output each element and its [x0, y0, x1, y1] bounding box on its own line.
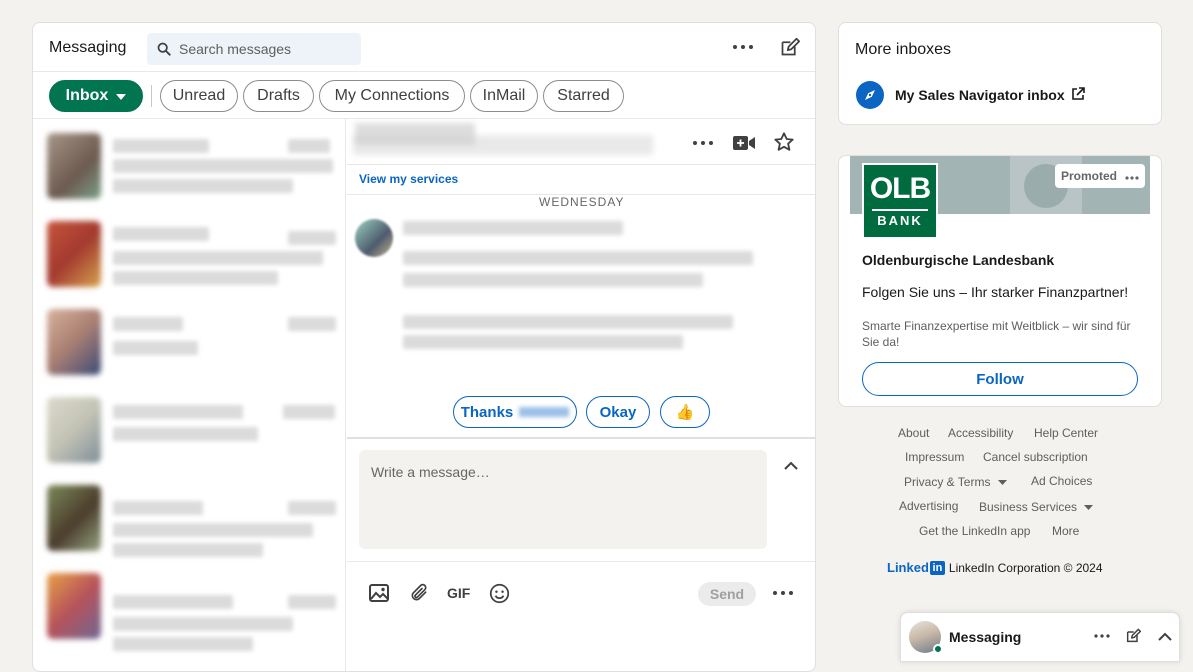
attachment-icon[interactable] — [407, 581, 431, 605]
footer-ad-choices[interactable]: Ad Choices — [1031, 474, 1092, 488]
footer-impressum[interactable]: Impressum — [905, 450, 964, 464]
conversation-item[interactable] — [33, 119, 345, 207]
quick-reply-okay[interactable]: Okay — [586, 396, 650, 428]
conversation-item[interactable] — [33, 471, 345, 559]
caret-down-icon — [1084, 505, 1094, 511]
footer-about[interactable]: About — [898, 426, 929, 440]
overlay-messaging-title: Messaging — [949, 629, 1022, 645]
unread-filter[interactable]: Unread — [160, 80, 238, 112]
avatar — [47, 397, 101, 463]
more-inboxes-card: More inboxes My Sales Navigator inbox — [838, 22, 1162, 125]
ad-more-icon[interactable] — [1125, 169, 1139, 183]
expand-composer-icon[interactable] — [781, 457, 801, 473]
promoted-label: Promoted — [1061, 169, 1118, 183]
thread-contact-headline — [353, 135, 653, 155]
image-icon[interactable] — [367, 581, 391, 605]
online-status-dot — [933, 644, 943, 654]
conversation-item[interactable] — [33, 559, 345, 651]
emoji-icon[interactable] — [487, 581, 511, 605]
messaging-overlay-bar[interactable]: Messaging — [900, 612, 1180, 662]
promoted-badge: Promoted — [1055, 164, 1146, 188]
caret-down-icon — [116, 87, 127, 105]
messaging-title: Messaging — [49, 39, 127, 56]
search-icon — [157, 42, 171, 61]
thread-header-divider — [347, 164, 815, 165]
header-divider — [33, 71, 815, 72]
caret-down-icon — [997, 480, 1007, 486]
footer-advertising[interactable]: Advertising — [899, 499, 958, 513]
video-call-icon[interactable] — [731, 131, 757, 155]
footer-privacy-terms[interactable]: Privacy & Terms — [904, 475, 1007, 489]
linkedin-copyright: Linked in LinkedIn Corporation © 2024 — [887, 560, 1103, 575]
starred-filter[interactable]: Starred — [543, 80, 624, 112]
avatar — [47, 221, 101, 287]
external-link-icon — [1071, 87, 1085, 106]
ad-description: Smarte Finanzexpertise mit Weitblick – w… — [862, 319, 1131, 349]
composer-more-icon[interactable] — [771, 581, 795, 605]
footer-more[interactable]: More — [1052, 524, 1079, 538]
drafts-filter[interactable]: Drafts — [243, 80, 314, 112]
view-my-services-link[interactable]: View my services — [359, 172, 458, 186]
avatar — [47, 485, 101, 551]
day-label: WEDNESDAY — [533, 195, 631, 209]
footer-business-services[interactable]: Business Services — [979, 500, 1094, 514]
inbox-filter-button[interactable]: Inbox — [49, 80, 143, 112]
ad-headline: Folgen Sie uns – Ihr starker Finanzpartn… — [862, 284, 1129, 300]
more-inboxes-title: More inboxes — [855, 41, 952, 58]
avatar — [47, 573, 101, 639]
conversation-item[interactable] — [33, 295, 345, 383]
star-icon[interactable] — [771, 129, 797, 155]
sender-avatar — [355, 219, 393, 257]
ad-company-name: Oldenburgische Landesbank — [862, 252, 1055, 268]
overlay-expand-icon[interactable] — [1155, 626, 1175, 646]
promoted-ad-card: Promoted OLB BANK Oldenburgische Landesb… — [838, 155, 1162, 407]
conversation-item[interactable] — [33, 383, 345, 471]
search-placeholder: Search messages — [179, 41, 292, 57]
inmail-filter[interactable]: InMail — [470, 80, 538, 112]
quick-reply-thumbs-up[interactable]: 👍 — [660, 396, 710, 428]
filter-divider — [151, 85, 152, 107]
thread-more-icon[interactable] — [691, 131, 715, 155]
composer-placeholder: Write a message… — [371, 464, 490, 480]
compose-icon[interactable] — [777, 35, 801, 59]
olb-logo: OLB BANK — [862, 163, 938, 239]
footer-cancel-subscription[interactable]: Cancel subscription — [983, 450, 1088, 464]
message-composer[interactable]: Write a message… — [359, 450, 767, 549]
overlay-compose-icon[interactable] — [1123, 626, 1143, 646]
conversation-item[interactable] — [33, 207, 345, 295]
search-messages-input[interactable]: Search messages — [147, 33, 361, 65]
messaging-panel: Messaging Search messages Inbox Unread D… — [32, 22, 816, 672]
conversation-list — [33, 119, 346, 671]
copyright-text: LinkedIn Corporation © 2024 — [948, 560, 1103, 575]
composer-divider — [347, 437, 815, 439]
footer-accessibility[interactable]: Accessibility — [948, 426, 1013, 440]
my-connections-filter[interactable]: My Connections — [319, 80, 465, 112]
compass-icon — [856, 81, 884, 109]
inbox-label: Inbox — [65, 87, 109, 104]
follow-button[interactable]: Follow — [862, 362, 1138, 396]
footer-get-app[interactable]: Get the LinkedIn app — [919, 524, 1030, 538]
linkedin-logo-icon: in — [929, 560, 945, 575]
overlay-more-icon[interactable] — [1091, 627, 1113, 645]
linkedin-logo-text: Linked — [887, 560, 929, 575]
more-options-icon[interactable] — [731, 35, 755, 59]
quick-reply-thanks-label: Thanks — [460, 403, 514, 421]
sales-navigator-inbox-link[interactable]: My Sales Navigator inbox — [895, 87, 1065, 103]
quick-reply-thanks[interactable]: Thanks — [453, 396, 577, 428]
footer-help-center[interactable]: Help Center — [1034, 426, 1098, 440]
avatar — [47, 309, 101, 375]
gif-button[interactable]: GIF — [447, 585, 470, 601]
toolbar-divider — [347, 561, 815, 562]
avatar — [47, 133, 101, 199]
send-button[interactable]: Send — [698, 582, 756, 606]
